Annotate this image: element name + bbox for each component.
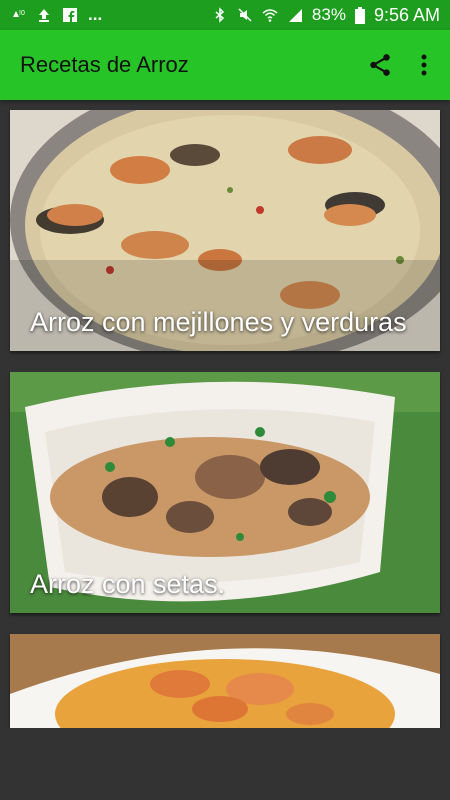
more-notifications: ... xyxy=(88,5,103,24)
share-icon xyxy=(370,54,390,76)
facebook-icon xyxy=(63,8,77,22)
sync-alert-icon: !0 xyxy=(13,10,25,17)
wifi-icon xyxy=(262,9,278,22)
recipe-card[interactable]: Arroz con setas. xyxy=(10,372,440,613)
svg-text:!0: !0 xyxy=(19,10,25,17)
recipe-card[interactable]: Arroz con mejillones y verduras xyxy=(10,110,440,351)
recipe-card[interactable] xyxy=(10,634,440,730)
upload-icon xyxy=(39,9,49,22)
bottom-area xyxy=(0,728,450,800)
recipe-list: Arroz con mejillones y verduras Arroz co… xyxy=(10,110,440,730)
bluetooth-icon xyxy=(215,7,225,23)
overflow-menu-button[interactable] xyxy=(404,41,444,89)
clock: 9:56 AM xyxy=(373,4,440,25)
app-title: Recetas de Arroz xyxy=(20,52,189,77)
battery-icon xyxy=(354,6,365,24)
signal-icon xyxy=(288,9,302,22)
recipe-title: Arroz con setas. xyxy=(30,569,226,599)
more-vert-icon xyxy=(421,54,427,76)
mute-icon xyxy=(238,8,252,22)
battery-percent: 83% xyxy=(311,5,346,24)
status-bar: !0 ... 83% 9:56 AM xyxy=(0,0,450,30)
recipe-title: Arroz con mejillones y verduras xyxy=(30,307,407,337)
app-bar: Recetas de Arroz xyxy=(0,30,450,100)
share-button[interactable] xyxy=(356,41,404,89)
recipe-image xyxy=(10,634,440,730)
